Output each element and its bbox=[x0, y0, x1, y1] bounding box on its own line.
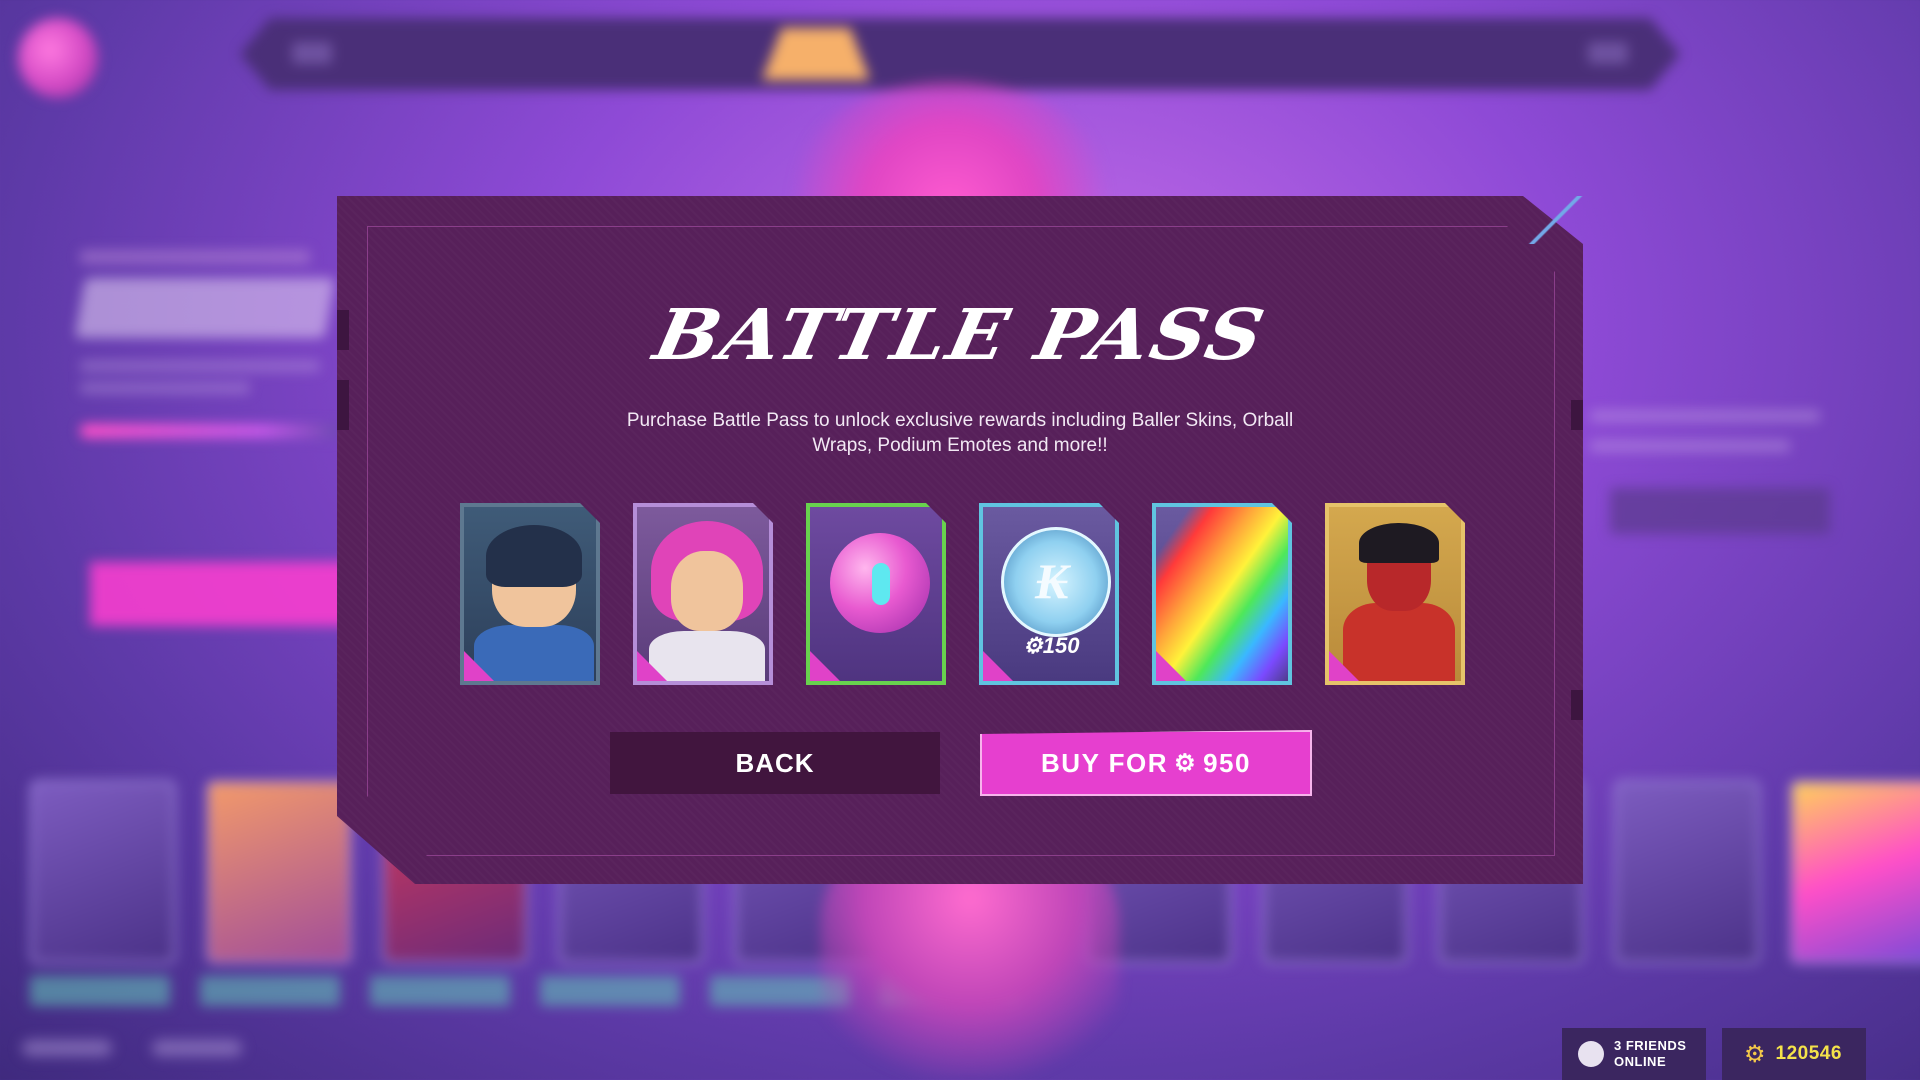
nav-tab bbox=[1050, 46, 1086, 62]
reward-card-trail[interactable] bbox=[1152, 503, 1292, 685]
reward-currency-amount: 150 bbox=[1042, 633, 1080, 658]
reward-preview-list: ₭ ⚙150 bbox=[460, 503, 1465, 685]
game-logo bbox=[18, 18, 98, 98]
buy-battle-pass-button[interactable]: BUY FOR ⚙ 950 bbox=[980, 730, 1312, 796]
nav-tab bbox=[690, 46, 726, 62]
modal-title: BATTLE PASS bbox=[647, 293, 1273, 376]
nav-tabs bbox=[240, 18, 1680, 90]
level-panel bbox=[74, 250, 340, 438]
back-button[interactable]: BACK bbox=[610, 732, 940, 794]
rarity-corner-icon bbox=[810, 651, 840, 681]
user-icon bbox=[1578, 1041, 1604, 1067]
modal-corner-highlight bbox=[1525, 196, 1583, 244]
gear-icon: ⚙ bbox=[1023, 633, 1043, 658]
xp-bar bbox=[80, 424, 340, 438]
buy-label: BUY FOR bbox=[1041, 747, 1169, 778]
buy-price: 950 bbox=[1203, 747, 1251, 778]
rarity-corner-icon bbox=[637, 651, 667, 681]
reward-card-baller-skin[interactable] bbox=[1325, 503, 1465, 685]
gear-currency-icon: ⚙ bbox=[1744, 1040, 1766, 1068]
currency-balance: ⚙ 120546 bbox=[1722, 1028, 1866, 1080]
reward-card-orball-wrap[interactable] bbox=[806, 503, 946, 685]
reward-card-currency[interactable]: ₭ ⚙150 bbox=[979, 503, 1119, 685]
gear-currency-icon: ⚙ bbox=[1174, 749, 1198, 777]
nav-tab bbox=[1194, 46, 1230, 62]
nav-tab-active bbox=[762, 28, 870, 80]
top-navigation bbox=[240, 18, 1680, 90]
coin-emblem-icon: ₭ bbox=[1035, 551, 1069, 610]
nav-right-key-icon bbox=[1588, 42, 1628, 64]
friends-count: 3 FRIENDS bbox=[1614, 1038, 1687, 1053]
currency-amount: 120546 bbox=[1775, 1043, 1842, 1064]
rarity-corner-icon bbox=[983, 651, 1013, 681]
friends-online-widget[interactable]: 3 FRIENDS ONLINE bbox=[1562, 1028, 1706, 1080]
friends-status: ONLINE bbox=[1614, 1054, 1667, 1069]
nav-tab bbox=[978, 46, 1014, 62]
rarity-corner-icon bbox=[1329, 651, 1359, 681]
reward-card-baller-skin[interactable] bbox=[633, 503, 773, 685]
shop-button bbox=[1610, 488, 1830, 534]
modal-description: Purchase Battle Pass to unlock exclusive… bbox=[626, 410, 1294, 456]
nav-tab bbox=[1122, 46, 1158, 62]
rarity-corner-icon bbox=[1156, 651, 1186, 681]
nav-tab bbox=[906, 46, 942, 62]
reward-card-baller-skin[interactable] bbox=[460, 503, 600, 685]
rarity-corner-icon bbox=[464, 651, 494, 681]
